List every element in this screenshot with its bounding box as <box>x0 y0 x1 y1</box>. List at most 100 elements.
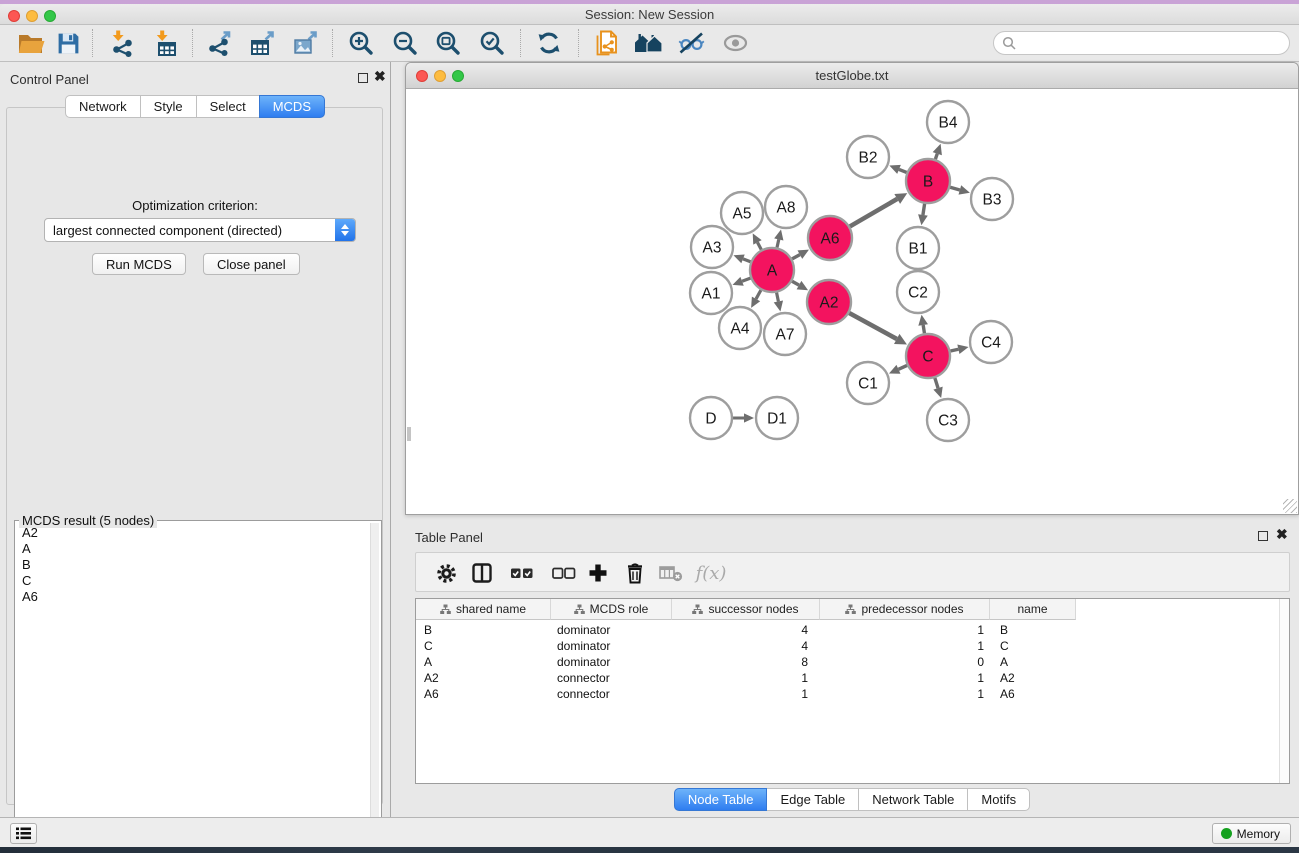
criterion-dropdown[interactable]: largest connected component (directed) <box>44 218 356 242</box>
gear-button[interactable] <box>429 557 463 589</box>
table-row-A[interactable]: Adominator80A <box>416 654 1076 670</box>
close-table-panel-button[interactable]: ✖ <box>1276 526 1288 543</box>
graph-edge-A-A7[interactable] <box>777 293 779 302</box>
tab-network-table[interactable]: Network Table <box>858 788 968 811</box>
add-button[interactable] <box>581 557 615 589</box>
import-table-button[interactable] <box>146 27 184 59</box>
delete-button[interactable] <box>618 557 652 589</box>
graph-edge-B-B2[interactable] <box>899 169 907 172</box>
zoom-in-button[interactable] <box>342 27 380 59</box>
table-cell[interactable]: 4 <box>672 638 820 654</box>
graph-edge-B-B1[interactable] <box>923 204 925 215</box>
table-cell[interactable]: connector <box>551 686 672 702</box>
refresh-button[interactable] <box>530 27 568 59</box>
graph-edge-A2-C[interactable] <box>849 313 897 339</box>
tab-select[interactable]: Select <box>196 95 260 118</box>
network-canvas[interactable]: B4B2BB3A8A5A6A3B1AA1C2A2A4A7C4CC1DD1C3 <box>407 89 1297 513</box>
table-cell[interactable]: dominator <box>551 622 672 638</box>
zoom-fit-button[interactable] <box>429 27 467 59</box>
table-cell[interactable]: A2 <box>990 670 1076 686</box>
new-network-from-selection-button[interactable] <box>587 27 625 59</box>
graph-edge-C-C1[interactable] <box>898 365 907 369</box>
tab-motifs[interactable]: Motifs <box>967 788 1030 811</box>
table-cell[interactable]: dominator <box>551 638 672 654</box>
graph-edge-A-A6[interactable] <box>792 255 800 259</box>
float-table-panel-button[interactable] <box>1258 531 1268 541</box>
mcds-result-item[interactable]: C <box>19 573 369 589</box>
table-cell[interactable]: 4 <box>672 622 820 638</box>
table-cell[interactable]: A <box>990 654 1076 670</box>
canvas-scroll-nub[interactable] <box>407 427 411 441</box>
tab-style[interactable]: Style <box>140 95 197 118</box>
table-cell[interactable]: A <box>416 654 551 670</box>
graph-edge-A-A4[interactable] <box>756 290 761 299</box>
table-cell[interactable]: C <box>416 638 551 654</box>
table-cell[interactable]: 8 <box>672 654 820 670</box>
table-cell[interactable]: 1 <box>672 670 820 686</box>
table-row-A2[interactable]: A2connector11A2 <box>416 670 1076 686</box>
graph-edge-A-A2[interactable] <box>792 281 799 285</box>
table-cell[interactable]: 1 <box>820 686 990 702</box>
graph-edge-A-A3[interactable] <box>743 259 751 262</box>
export-table-button[interactable] <box>243 27 281 59</box>
run-mcds-button[interactable]: Run MCDS <box>92 253 186 275</box>
graph-edge-A-A1[interactable] <box>742 278 750 281</box>
show-panels-list-button[interactable] <box>10 823 37 844</box>
table-cell[interactable]: A6 <box>416 686 551 702</box>
mcds-result-item[interactable]: B <box>19 557 369 573</box>
table-scrollbar[interactable] <box>1279 599 1289 783</box>
float-panel-button[interactable] <box>358 73 368 83</box>
home-button[interactable] <box>629 27 667 59</box>
table-cell[interactable]: C <box>990 638 1076 654</box>
tab-mcds[interactable]: MCDS <box>259 95 325 118</box>
tab-network[interactable]: Network <box>65 95 141 118</box>
close-panel-button[interactable]: Close panel <box>203 253 300 275</box>
result-list-scrollbar[interactable] <box>370 523 379 853</box>
table-cell[interactable]: B <box>990 622 1076 638</box>
search-input[interactable] <box>1021 36 1289 51</box>
zoom-out-button[interactable] <box>386 27 424 59</box>
delete-table-button[interactable] <box>654 557 688 589</box>
graph-edge-B-B4[interactable] <box>935 154 937 160</box>
column-header-MCDS-role[interactable]: MCDS role <box>551 599 672 620</box>
deselect-all-button[interactable] <box>547 557 581 589</box>
show-eye-button[interactable] <box>716 27 754 59</box>
hide-graphics-details-button[interactable] <box>672 27 710 59</box>
table-cell[interactable]: 1 <box>820 622 990 638</box>
table-cell[interactable]: A6 <box>990 686 1076 702</box>
column-header-name[interactable]: name <box>990 599 1076 620</box>
export-image-button[interactable] <box>286 27 324 59</box>
table-cell[interactable]: dominator <box>551 654 672 670</box>
table-row-C[interactable]: Cdominator41C <box>416 638 1076 654</box>
column-view-button[interactable] <box>465 557 499 589</box>
table-cell[interactable]: A2 <box>416 670 551 686</box>
memory-button[interactable]: Memory <box>1212 823 1291 844</box>
table-row-B[interactable]: Bdominator41B <box>416 622 1076 638</box>
select-all-button[interactable] <box>505 557 539 589</box>
import-network-button[interactable] <box>102 27 140 59</box>
column-header-successor-nodes[interactable]: successor nodes <box>672 599 820 620</box>
network-window-titlebar[interactable]: testGlobe.txt <box>406 63 1298 89</box>
close-panel-icon-button[interactable]: ✖ <box>374 68 386 85</box>
network-graph[interactable]: B4B2BB3A8A5A6A3B1AA1C2A2A4A7C4CC1DD1C3 <box>407 89 1299 515</box>
save-session-button[interactable] <box>49 27 87 59</box>
mcds-result-item[interactable]: A6 <box>19 589 369 605</box>
graph-edge-B-B3[interactable] <box>950 187 960 190</box>
zoom-selected-button[interactable] <box>473 27 511 59</box>
graph-edge-C-C4[interactable] <box>950 349 958 351</box>
mcds-result-item[interactable]: A2 <box>19 525 369 541</box>
function-builder-button[interactable]: f(x) <box>694 557 728 589</box>
graph-edge-A-A5[interactable] <box>757 242 761 249</box>
column-header-shared-name[interactable]: shared name <box>416 599 551 620</box>
node-table[interactable]: shared nameMCDS rolesuccessor nodesprede… <box>415 598 1290 784</box>
export-network-button[interactable] <box>200 27 238 59</box>
table-cell[interactable]: 0 <box>820 654 990 670</box>
column-header-predecessor-nodes[interactable]: predecessor nodes <box>820 599 990 620</box>
graph-edge-A-A8[interactable] <box>777 239 779 247</box>
open-file-button[interactable] <box>12 27 50 59</box>
tab-edge-table[interactable]: Edge Table <box>766 788 859 811</box>
table-cell[interactable]: 1 <box>820 638 990 654</box>
graph-edge-C-C2[interactable] <box>923 325 924 333</box>
table-cell[interactable]: B <box>416 622 551 638</box>
graph-edge-A6-B[interactable] <box>850 199 897 227</box>
